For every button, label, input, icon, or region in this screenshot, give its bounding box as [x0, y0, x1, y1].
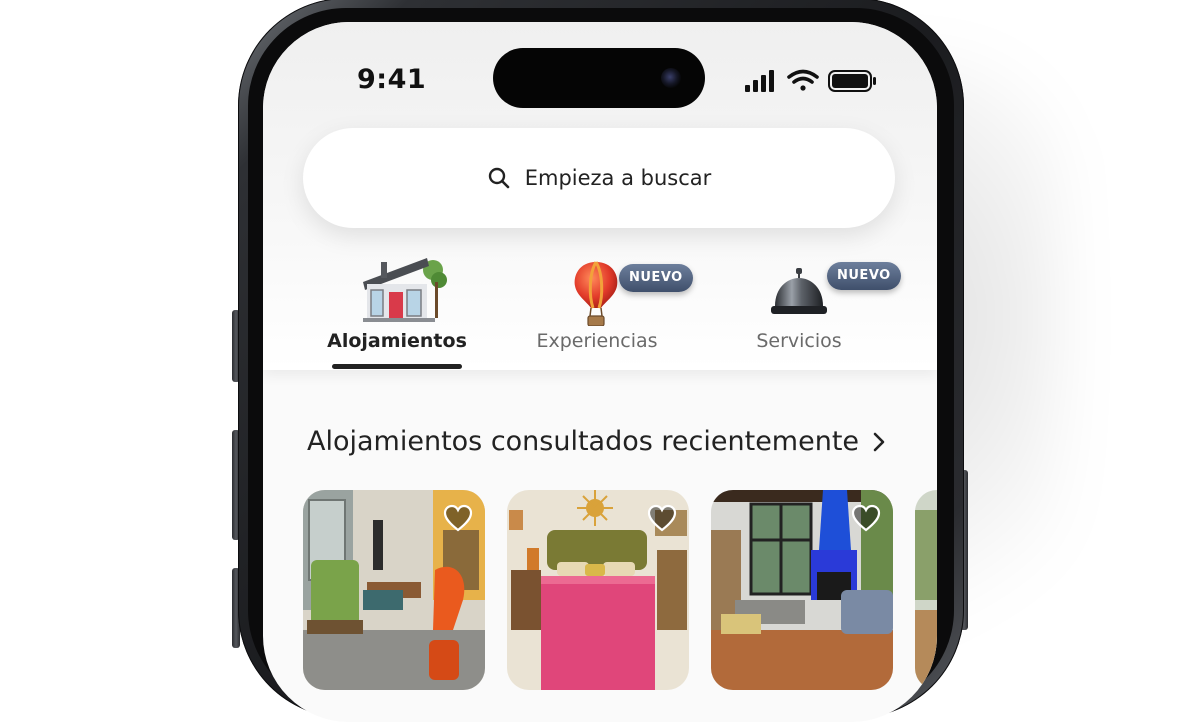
- chevron-right-icon: [873, 432, 885, 451]
- status-time: 9:41: [357, 64, 427, 95]
- search-bar[interactable]: Empieza a buscar: [303, 128, 895, 228]
- heart-icon[interactable]: [851, 504, 881, 532]
- heart-icon[interactable]: [443, 504, 473, 532]
- tab-label-alojamientos: Alojamientos: [327, 330, 467, 352]
- dynamic-island: [493, 48, 705, 108]
- wifi-icon: [787, 69, 819, 91]
- cellular-signal-icon: [745, 70, 774, 92]
- phone-screen: 9:41 Empieza a buscar Alojamientos NUEVO…: [263, 22, 937, 722]
- tab-alojamientos[interactable]: Alojamientos: [297, 250, 497, 370]
- new-badge-servicios: NUEVO: [827, 262, 901, 290]
- tab-label-servicios: Servicios: [756, 330, 842, 352]
- listing-card[interactable]: [507, 490, 689, 690]
- listing-photo-partial: [915, 490, 937, 690]
- camera-lens: [661, 68, 681, 88]
- battery-icon: [828, 70, 876, 92]
- header-area: 9:41 Empieza a buscar Alojamientos NUEVO…: [263, 22, 937, 370]
- house-icon: [363, 258, 447, 322]
- listing-card[interactable]: [711, 490, 893, 690]
- listing-card[interactable]: [303, 490, 485, 690]
- tab-experiencias[interactable]: NUEVO Experiencias: [497, 250, 697, 370]
- service-bell-icon: [771, 268, 827, 314]
- active-tab-indicator: [332, 364, 462, 369]
- new-badge-experiencias: NUEVO: [619, 264, 693, 292]
- tab-label-experiencias: Experiencias: [536, 330, 658, 352]
- search-icon: [488, 167, 510, 189]
- recent-section-header[interactable]: Alojamientos consultados recientemente: [307, 426, 887, 457]
- tab-servicios[interactable]: NUEVO Servicios: [699, 250, 901, 370]
- search-label: Empieza a buscar: [524, 166, 712, 190]
- listing-card-partial[interactable]: [915, 490, 937, 690]
- hot-air-balloon-icon: [574, 261, 618, 326]
- status-icons: [745, 69, 876, 92]
- heart-icon[interactable]: [647, 504, 677, 532]
- recent-section-title: Alojamientos consultados recientemente: [307, 426, 860, 457]
